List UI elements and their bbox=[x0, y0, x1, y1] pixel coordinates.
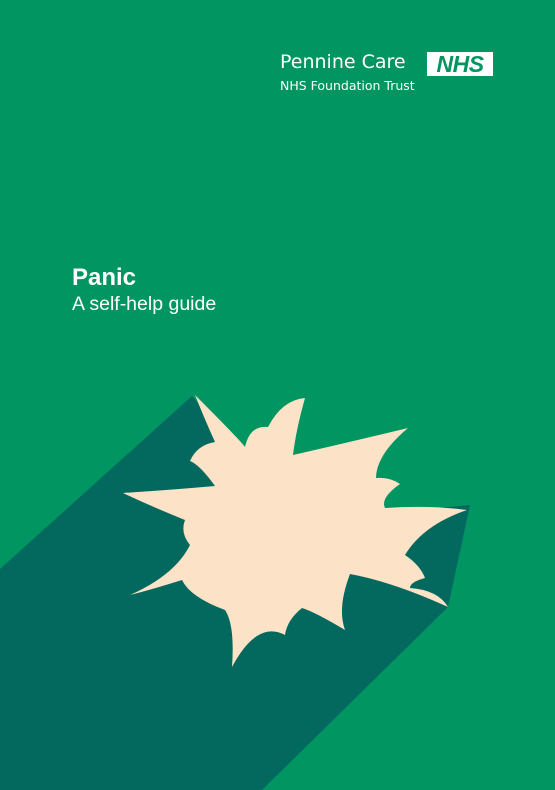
organization-subtitle: NHS Foundation Trust bbox=[280, 78, 415, 93]
nhs-trust-logo: Pennine Care NHS NHS Foundation Trust bbox=[280, 50, 495, 96]
nhs-badge-text: NHS bbox=[436, 51, 484, 77]
nhs-badge: NHS bbox=[427, 52, 493, 76]
cover-page: Pennine Care NHS NHS Foundation Trust Pa… bbox=[0, 0, 555, 790]
organization-name: Pennine Care bbox=[280, 51, 406, 73]
page-title: Panic bbox=[72, 264, 137, 291]
starburst-illustration bbox=[0, 395, 470, 790]
title-block: Panic A self-help guide bbox=[72, 264, 372, 316]
page-subtitle: A self-help guide bbox=[72, 293, 217, 315]
